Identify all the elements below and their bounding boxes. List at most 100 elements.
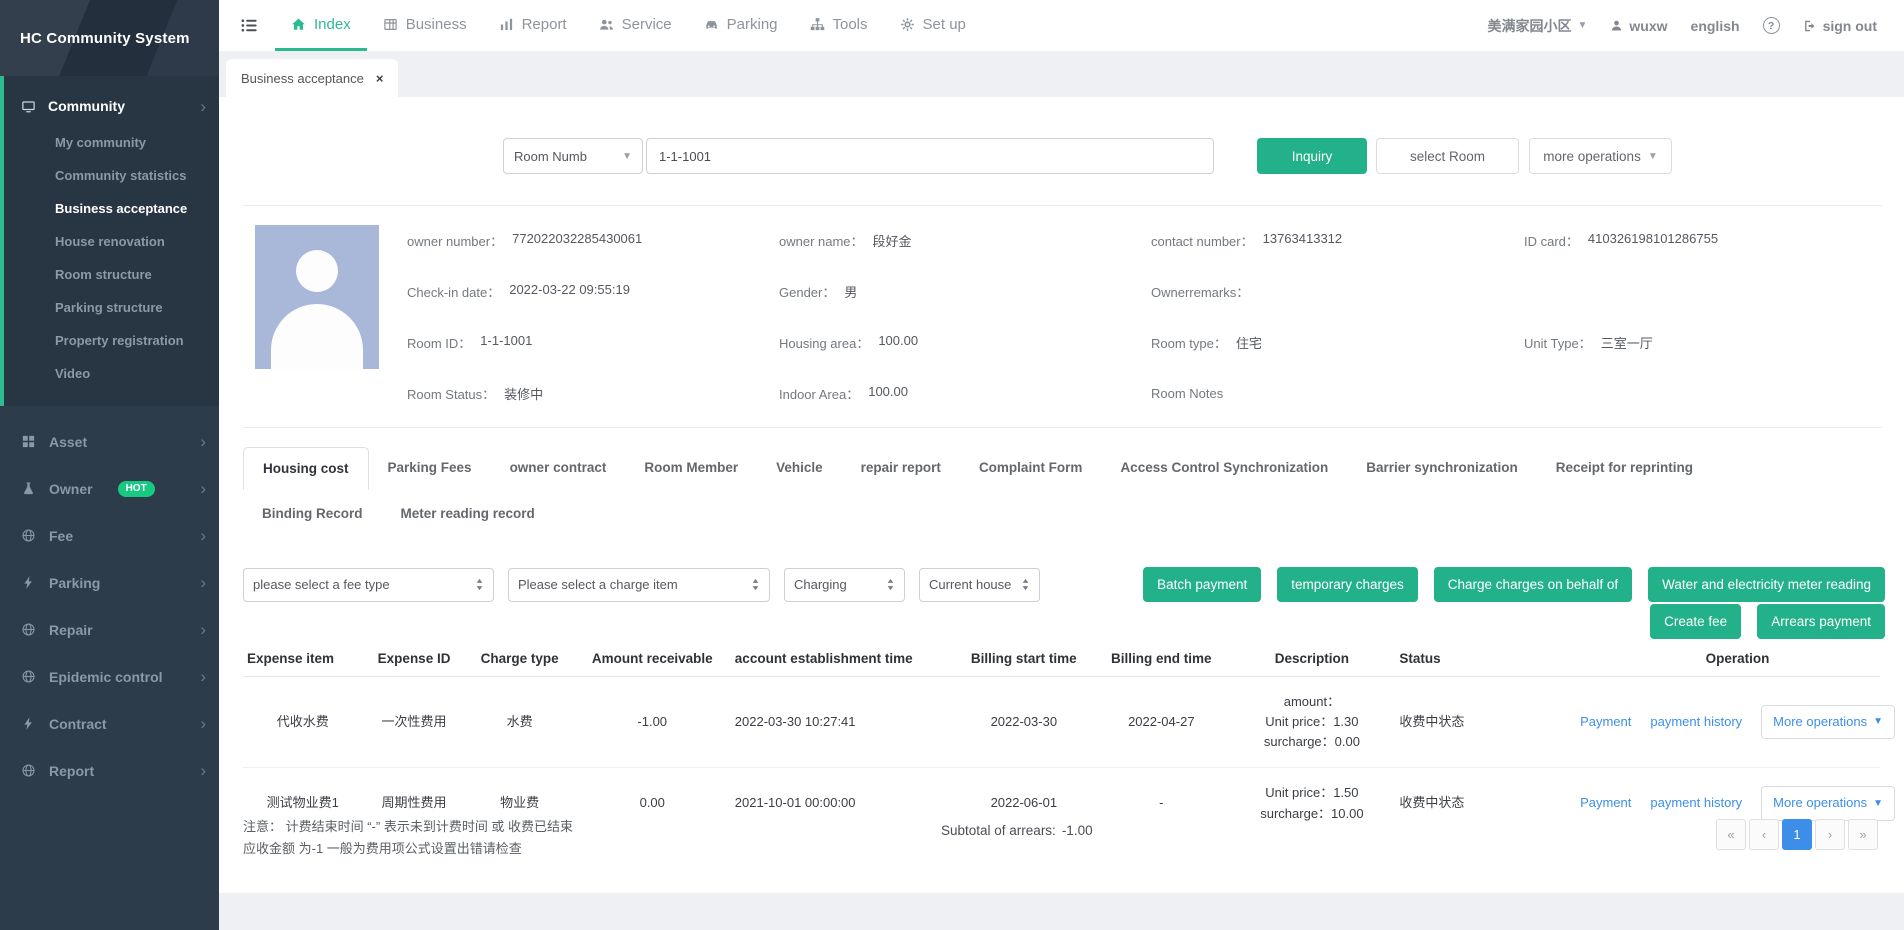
tab-receipt-reprinting[interactable]: Receipt for reprinting (1537, 447, 1712, 490)
sidebar-item-room-structure[interactable]: Room structure (4, 258, 219, 291)
hamburger-icon[interactable] (240, 16, 259, 35)
tab-complaint-form[interactable]: Complaint Form (960, 447, 1102, 490)
signout-button[interactable]: sign out (1803, 18, 1877, 34)
charging-status-select[interactable]: Charging (784, 568, 905, 602)
tab-meter-reading-record[interactable]: Meter reading record (382, 493, 554, 534)
help-icon[interactable]: ? (1763, 17, 1780, 34)
payment-history-link[interactable]: payment history (1650, 793, 1742, 813)
select-caret-icon (1021, 578, 1030, 591)
cell-charge-type: 水费 (466, 677, 574, 768)
page-last-button[interactable]: » (1848, 819, 1878, 850)
field-label: Unit Type： (1524, 333, 1592, 352)
sidebar-item-my-community[interactable]: My community (4, 126, 219, 159)
page-first-button[interactable]: « (1716, 819, 1746, 850)
language-switcher[interactable]: english (1691, 18, 1740, 34)
sidebar-item-video[interactable]: Video (4, 357, 219, 390)
owner-info-grid: owner number：772022032285430061 owner na… (407, 215, 1894, 419)
page-1-button[interactable]: 1 (1782, 819, 1812, 850)
sidebar-item-community[interactable]: Community › (4, 86, 219, 126)
sidebar-item-report[interactable]: Report › (0, 747, 219, 794)
cell-description: Unit price：1.50 surcharge：10.00 (1228, 768, 1395, 839)
nav-tools[interactable]: Tools (794, 0, 884, 51)
sidebar-item-fee[interactable]: Fee › (0, 512, 219, 559)
field-label: owner name： (779, 231, 864, 250)
sidebar-item-contract[interactable]: Contract › (0, 700, 219, 747)
sidebar-item-parking[interactable]: Parking › (0, 559, 219, 606)
arrears-payment-button[interactable]: Arrears payment (1757, 604, 1885, 639)
batch-payment-button[interactable]: Batch payment (1143, 567, 1261, 602)
nav-label: Index (314, 16, 351, 33)
tab-label: Business acceptance (241, 71, 364, 86)
page-prev-button[interactable]: ‹ (1749, 819, 1779, 850)
sidebar-item-repair[interactable]: Repair › (0, 606, 219, 653)
user-menu[interactable]: wuxw (1610, 18, 1667, 34)
nav-service[interactable]: Service (583, 0, 688, 51)
col-billing-start: Billing start time (953, 643, 1094, 677)
col-status: Status (1395, 643, 1595, 677)
select-room-button[interactable]: select Room (1376, 138, 1519, 174)
sidebar-item-community-statistics[interactable]: Community statistics (4, 159, 219, 192)
chevron-right-icon: › (200, 715, 206, 732)
nav-parking[interactable]: Parking (688, 0, 794, 51)
payment-link[interactable]: Payment (1580, 712, 1631, 732)
charge-on-behalf-button[interactable]: Charge charges on behalf of (1434, 567, 1632, 602)
sidebar-item-owner[interactable]: Owner HOT › (0, 465, 219, 512)
meter-reading-button[interactable]: Water and electricity meter reading (1648, 567, 1885, 602)
sidebar-item-label: Contract (49, 716, 107, 732)
payment-link[interactable]: Payment (1580, 793, 1631, 813)
create-fee-button[interactable]: Create fee (1650, 604, 1741, 639)
sidebar-item-property-registration[interactable]: Property registration (4, 324, 219, 357)
tab-barrier-sync[interactable]: Barrier synchronization (1347, 447, 1537, 490)
sidebar-item-business-acceptance[interactable]: Business acceptance (4, 192, 219, 225)
sidebar-item-asset[interactable]: Asset › (0, 418, 219, 465)
page-next-button[interactable]: › (1815, 819, 1845, 850)
sidebar-item-parking-structure[interactable]: Parking structure (4, 291, 219, 324)
tab-binding-record[interactable]: Binding Record (243, 493, 382, 534)
username: wuxw (1629, 18, 1667, 34)
indoor-area: 100.00 (868, 384, 908, 403)
tab-vehicle[interactable]: Vehicle (757, 447, 842, 490)
topbar: Index Business Report Service Parking To… (219, 0, 1904, 51)
charge-item-select[interactable]: Please select a charge item (508, 568, 770, 602)
chevron-right-icon: › (200, 668, 206, 685)
hot-badge: HOT (118, 481, 155, 497)
detail-tabs: Housing cost Parking Fees owner contract… (243, 447, 1882, 534)
check-in-date: 2022-03-22 09:55:19 (509, 282, 630, 301)
nav-setup[interactable]: Set up (884, 0, 982, 51)
sidebar-item-house-renovation[interactable]: House renovation (4, 225, 219, 258)
community-switcher[interactable]: 美满家园小区 ▼ (1488, 16, 1588, 36)
tab-room-member[interactable]: Room Member (625, 447, 757, 490)
tab-parking-fees[interactable]: Parking Fees (369, 447, 491, 490)
row-more-operations-dropdown[interactable]: More operations ▼ (1761, 705, 1895, 739)
col-expense-item: Expense item (243, 643, 363, 677)
sidebar-item-epidemic-control[interactable]: Epidemic control › (0, 653, 219, 700)
bolt-icon (21, 716, 36, 731)
temporary-charges-button[interactable]: temporary charges (1277, 567, 1418, 602)
nav-report[interactable]: Report (483, 0, 583, 51)
tab-housing-cost[interactable]: Housing cost (243, 447, 369, 490)
house-scope-select[interactable]: Current house (919, 568, 1040, 602)
tab-owner-contract[interactable]: owner contract (491, 447, 626, 490)
unit-type: 三室一厅 (1601, 333, 1653, 352)
payment-history-link[interactable]: payment history (1650, 712, 1742, 732)
cell-billing-end: 2022-04-27 (1094, 677, 1228, 768)
tab-business-acceptance[interactable]: Business acceptance × (226, 59, 398, 97)
inquiry-button[interactable]: Inquiry (1257, 138, 1367, 174)
fee-type-value: please select a fee type (253, 577, 390, 592)
close-icon[interactable]: × (376, 71, 384, 86)
cell-billing-end: - (1094, 768, 1228, 839)
globe-icon (21, 528, 36, 543)
row-more-operations-dropdown[interactable]: More operations ▼ (1761, 786, 1895, 820)
tab-repair-report[interactable]: repair report (842, 447, 960, 490)
more-operations-dropdown[interactable]: more operations ▼ (1529, 138, 1672, 174)
tab-access-control-sync[interactable]: Access Control Synchronization (1101, 447, 1347, 490)
table-notes: 注意： 计费结束时间 “-” 表示未到计费时间 或 收费已结束 应收金额 为-1… (243, 816, 573, 860)
nav-label: Set up (923, 16, 966, 33)
nav-index[interactable]: Index (275, 0, 367, 51)
search-type-select[interactable]: Room Numb ▼ (503, 138, 643, 174)
room-search-input[interactable] (646, 138, 1214, 174)
fee-type-select[interactable]: please select a fee type (243, 568, 494, 602)
language-label: english (1691, 18, 1740, 34)
nav-business[interactable]: Business (367, 0, 483, 51)
cell-status: 收费中状态 (1395, 768, 1595, 839)
